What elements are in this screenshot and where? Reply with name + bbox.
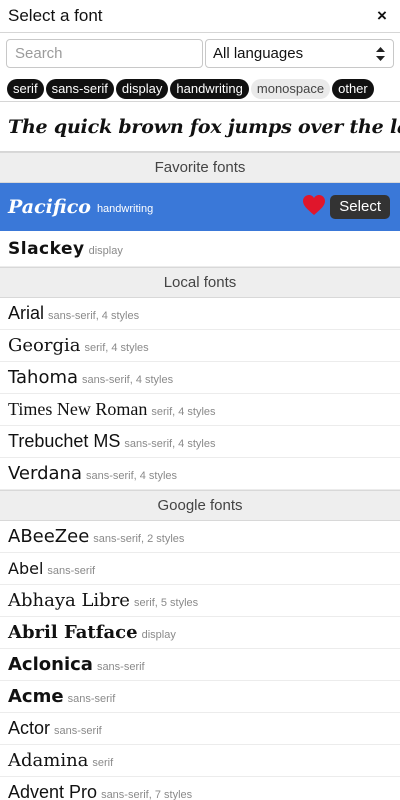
font-item-slackey[interactable]: Slackey display [0,231,400,267]
chip-serif[interactable]: serif [7,78,44,99]
section-header-google: Google fonts [0,490,400,521]
close-icon[interactable]: × [374,6,390,26]
font-meta: display [88,245,123,257]
chip-handwriting[interactable]: handwriting [170,78,249,99]
chip-other[interactable]: other [332,78,374,99]
font-meta: serif, 4 styles [151,406,216,418]
font-meta: serif [92,757,114,769]
font-meta: sans-serif, 7 styles [101,789,193,800]
font-item-pacifico[interactable]: Pacifico handwriting Select [0,183,400,231]
font-item-times-new-roman[interactable]: Times New Roman serif, 4 styles [0,394,400,426]
font-item-tahoma[interactable]: Tahoma sans-serif, 4 styles [0,362,400,394]
section-header-favorite: Favorite fonts [0,152,400,183]
font-name: Advent Pro [8,782,98,800]
font-name: Abril Fatface [8,622,138,643]
font-item-abel[interactable]: Abel sans-serif [0,553,400,585]
dialog-title: Select a font [8,6,103,25]
font-meta: sans-serif [54,725,102,737]
font-name: Slackey [8,238,85,259]
font-name: Verdana [8,463,82,484]
font-name: Tahoma [8,367,79,388]
sample-text-preview: The quick brown fox jumps over the lazy … [0,102,400,152]
font-meta: sans-serif [47,565,96,577]
font-meta: sans-serif, 4 styles [124,438,216,450]
font-item-advent-pro[interactable]: Advent Pro sans-serif, 7 styles [0,777,400,800]
font-item-abril-fatface[interactable]: Abril Fatface display [0,617,400,649]
font-meta: serif, 5 styles [133,597,199,609]
font-item-abhaya-libre[interactable]: Abhaya Libre serif, 5 styles [0,585,400,617]
font-meta: sans-serif [67,693,116,705]
heart-icon[interactable] [302,194,326,221]
font-name: Acme [8,686,64,707]
font-item-aclonica[interactable]: Aclonica sans-serif [0,649,400,681]
font-item-arial[interactable]: Arial sans-serif, 4 styles [0,298,400,330]
select-button[interactable]: Select [330,195,390,219]
font-meta: sans-serif, 4 styles [82,374,174,386]
language-select[interactable]: All languages [205,39,394,68]
font-item-adamina[interactable]: Adamina serif [0,745,400,777]
font-name: Aclonica [8,654,93,675]
font-meta: sans-serif, 2 styles [93,533,185,545]
font-name: Pacifico [8,196,91,218]
font-name: Times New Roman [8,399,148,419]
font-item-actor[interactable]: Actor sans-serif [0,713,400,745]
font-item-georgia[interactable]: Georgia serif, 4 styles [0,330,400,362]
chip-display[interactable]: display [115,78,169,99]
font-item-abeezee[interactable]: ABeeZee sans-serif, 2 styles [0,521,400,553]
section-header-local: Local fonts [0,267,400,298]
search-input[interactable] [6,39,203,68]
category-chips: serif sans-serif display handwriting mon… [0,72,400,102]
font-item-acme[interactable]: Acme sans-serif [0,681,400,713]
dialog-header: Select a font × [0,0,400,33]
font-meta: serif, 4 styles [84,342,149,354]
filter-controls: All languages [0,33,400,72]
chip-monospace[interactable]: monospace [250,78,331,99]
font-name: Trebuchet MS [8,431,121,451]
language-select-value: All languages [213,45,304,62]
up-down-arrows-icon [376,46,385,61]
chip-sans-serif[interactable]: sans-serif [45,78,114,99]
font-item-verdana[interactable]: Verdana sans-serif, 4 styles [0,458,400,490]
font-name: Arial [8,303,45,323]
font-meta: display [141,629,176,641]
font-meta: sans-serif, 4 styles [48,310,140,322]
font-meta: sans-serif, 4 styles [85,470,178,482]
font-name: Actor [8,718,51,738]
font-meta: sans-serif [96,661,145,673]
font-name: ABeeZee [8,526,90,547]
font-name: Abhaya Libre [8,590,130,611]
font-name: Georgia [8,335,81,356]
font-name: Abel [8,559,44,578]
font-item-trebuchet-ms[interactable]: Trebuchet MS sans-serif, 4 styles [0,426,400,458]
font-meta: handwriting [96,203,154,215]
font-name: Adamina [8,750,89,771]
